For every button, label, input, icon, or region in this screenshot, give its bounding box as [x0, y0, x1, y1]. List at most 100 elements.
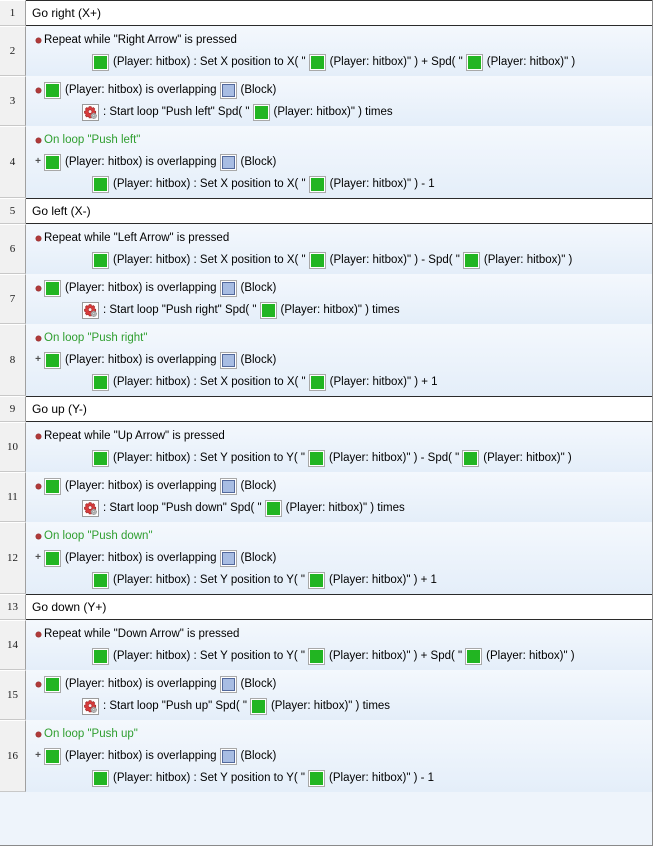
action-line[interactable]: (Player: hitbox) : Set X position to X( … [26, 173, 652, 195]
comment-row[interactable]: 5 Go left (X-) [0, 198, 652, 224]
expand-plus-icon[interactable]: + [32, 553, 44, 563]
player-hitbox-object-icon[interactable] [308, 449, 326, 467]
event-number-cell[interactable]: 3 [0, 76, 26, 126]
block-object-icon[interactable] [219, 351, 237, 369]
condition-line[interactable]: On loop "Push down" [26, 525, 652, 547]
condition-line[interactable]: (Player: hitbox) is overlapping (Block) [26, 673, 652, 695]
event-body[interactable]: Repeat while "Right Arrow" is pressed (Pl… [26, 26, 652, 76]
player-hitbox-object-icon[interactable] [44, 549, 61, 567]
event-row[interactable]: 2 Repeat while "Right Arrow" is pressed (P… [0, 26, 652, 76]
action-line[interactable]: (Player: hitbox) : Set X position to X( … [26, 371, 652, 393]
player-hitbox-object-icon[interactable] [308, 647, 326, 665]
event-row[interactable]: 15 (Player: hitbox) is overlapping (Block)… [0, 670, 652, 720]
player-hitbox-object-icon[interactable] [308, 373, 326, 391]
block-object-icon[interactable] [219, 747, 237, 765]
condition-line[interactable]: Repeat while "Right Arrow" is pressed [26, 29, 652, 51]
condition-line[interactable]: On loop "Push left" [26, 129, 652, 151]
special-conditions-gear-icon[interactable] [82, 697, 99, 715]
player-hitbox-object-icon[interactable] [308, 571, 326, 589]
event-body[interactable]: (Player: hitbox) is overlapping (Block): … [26, 472, 652, 522]
condition-line[interactable]: Repeat while "Down Arrow" is pressed [26, 623, 652, 645]
player-hitbox-object-icon[interactable] [92, 769, 109, 787]
event-row[interactable]: 12 On loop "Push down" + (Player: hitbox) i… [0, 522, 652, 594]
player-hitbox-object-icon[interactable] [44, 747, 61, 765]
sub-condition-line[interactable]: + (Player: hitbox) is overlapping (Block) [26, 745, 652, 767]
event-number-cell[interactable]: 13 [0, 594, 26, 620]
event-row[interactable]: 16 On loop "Push up" + (Player: hitbox) is … [0, 720, 652, 792]
block-object-icon[interactable] [219, 81, 237, 99]
event-body[interactable]: On loop "Push up" + (Player: hitbox) is ov… [26, 720, 652, 792]
action-line[interactable]: (Player: hitbox) : Set Y position to Y( … [26, 767, 652, 789]
block-object-icon[interactable] [219, 549, 237, 567]
event-row[interactable]: 8 On loop "Push right" + (Player: hitbox) i… [0, 324, 652, 396]
condition-line[interactable]: Repeat while "Left Arrow" is pressed [26, 227, 652, 249]
player-hitbox-object-icon[interactable] [308, 769, 326, 787]
expand-plus-icon[interactable]: + [32, 355, 44, 365]
action-line[interactable]: : Start loop "Push down" Spd( " (Player: … [26, 497, 652, 519]
condition-line[interactable]: (Player: hitbox) is overlapping (Block) [26, 79, 652, 101]
event-number-cell[interactable]: 1 [0, 0, 26, 26]
player-hitbox-object-icon[interactable] [44, 351, 61, 369]
event-body[interactable]: (Player: hitbox) is overlapping (Block): … [26, 670, 652, 720]
event-row[interactable]: 11 (Player: hitbox) is overlapping (Block)… [0, 472, 652, 522]
event-row[interactable]: 3 (Player: hitbox) is overlapping (Block):… [0, 76, 652, 126]
action-line[interactable]: : Start loop "Push left" Spd( " (Player: … [26, 101, 652, 123]
block-object-icon[interactable] [219, 675, 237, 693]
player-hitbox-object-icon[interactable] [465, 53, 483, 71]
player-hitbox-object-icon[interactable] [44, 477, 61, 495]
expand-plus-icon[interactable]: + [32, 751, 44, 761]
player-hitbox-object-icon[interactable] [92, 175, 109, 193]
player-hitbox-object-icon[interactable] [44, 675, 61, 693]
event-body[interactable]: On loop "Push right" + (Player: hitbox) is… [26, 324, 652, 396]
action-line[interactable]: (Player: hitbox) : Set Y position to Y( … [26, 569, 652, 591]
event-row[interactable]: 14 Repeat while "Down Arrow" is pressed (P… [0, 620, 652, 670]
block-object-icon[interactable] [219, 477, 237, 495]
comment-body[interactable]: Go right (X+) [26, 0, 652, 26]
sub-condition-line[interactable]: + (Player: hitbox) is overlapping (Block) [26, 547, 652, 569]
event-body[interactable]: (Player: hitbox) is overlapping (Block): … [26, 76, 652, 126]
action-line[interactable]: (Player: hitbox) : Set X position to X( … [26, 249, 652, 271]
player-hitbox-object-icon[interactable] [44, 81, 61, 99]
player-hitbox-object-icon[interactable] [92, 53, 109, 71]
event-number-cell[interactable]: 4 [0, 126, 26, 198]
player-hitbox-object-icon[interactable] [252, 103, 270, 121]
comment-row[interactable]: 1 Go right (X+) [0, 0, 652, 26]
event-number-cell[interactable]: 2 [0, 26, 26, 76]
player-hitbox-object-icon[interactable] [44, 279, 61, 297]
player-hitbox-object-icon[interactable] [264, 499, 282, 517]
event-number-cell[interactable]: 7 [0, 274, 26, 324]
block-object-icon[interactable] [219, 279, 237, 297]
condition-line[interactable]: (Player: hitbox) is overlapping (Block) [26, 475, 652, 497]
event-number-cell[interactable]: 12 [0, 522, 26, 594]
event-number-cell[interactable]: 15 [0, 670, 26, 720]
player-hitbox-object-icon[interactable] [92, 571, 109, 589]
action-line[interactable]: (Player: hitbox) : Set X position to X( … [26, 51, 652, 73]
player-hitbox-object-icon[interactable] [465, 647, 483, 665]
event-body[interactable]: Repeat while "Up Arrow" is pressed (Playe… [26, 422, 652, 472]
player-hitbox-object-icon[interactable] [462, 251, 480, 269]
event-number-cell[interactable]: 8 [0, 324, 26, 396]
player-hitbox-object-icon[interactable] [259, 301, 277, 319]
comment-body[interactable]: Go down (Y+) [26, 594, 652, 620]
player-hitbox-object-icon[interactable] [92, 251, 109, 269]
event-list-editor[interactable]: 1 Go right (X+) 2 Repeat while "Right Arrow… [0, 0, 653, 846]
player-hitbox-object-icon[interactable] [92, 373, 109, 391]
action-line[interactable]: : Start loop "Push right" Spd( " (Player:… [26, 299, 652, 321]
player-hitbox-object-icon[interactable] [92, 449, 109, 467]
condition-line[interactable]: (Player: hitbox) is overlapping (Block) [26, 277, 652, 299]
player-hitbox-object-icon[interactable] [249, 697, 267, 715]
special-conditions-gear-icon[interactable] [82, 499, 99, 517]
condition-line[interactable]: Repeat while "Up Arrow" is pressed [26, 425, 652, 447]
event-number-cell[interactable]: 16 [0, 720, 26, 792]
event-row[interactable]: 10 Repeat while "Up Arrow" is pressed (Pla… [0, 422, 652, 472]
comment-body[interactable]: Go up (Y-) [26, 396, 652, 422]
player-hitbox-object-icon[interactable] [462, 449, 480, 467]
player-hitbox-object-icon[interactable] [44, 153, 61, 171]
special-conditions-gear-icon[interactable] [82, 103, 99, 121]
event-number-cell[interactable]: 5 [0, 198, 26, 224]
event-number-cell[interactable]: 11 [0, 472, 26, 522]
comment-row[interactable]: 9 Go up (Y-) [0, 396, 652, 422]
event-body[interactable]: On loop "Push left" + (Player: hitbox) is … [26, 126, 652, 198]
special-conditions-gear-icon[interactable] [82, 301, 99, 319]
player-hitbox-object-icon[interactable] [308, 175, 326, 193]
